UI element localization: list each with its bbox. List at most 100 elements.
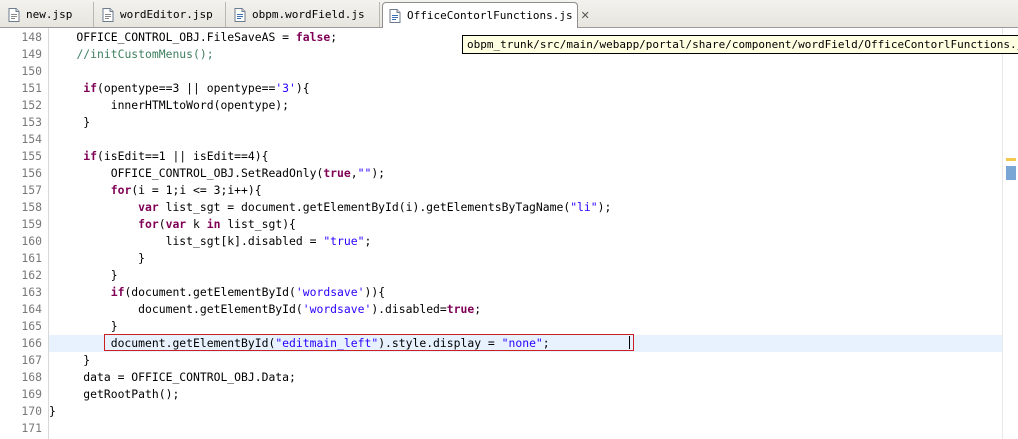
keyword-token: true [446, 302, 475, 316]
keyword-token: if [110, 285, 125, 299]
code-line[interactable] [49, 131, 1002, 148]
code-line[interactable]: getRootPath(); [49, 386, 1002, 403]
code-line[interactable]: } [49, 403, 1002, 420]
code-line[interactable] [49, 63, 1002, 80]
line-number: 157 [21, 183, 42, 197]
code-line[interactable]: if(document.getElementById('wordsave')){ [49, 284, 1002, 301]
tab-new-jsp[interactable]: new.jsp [2, 2, 94, 27]
code-line[interactable] [49, 420, 1002, 437]
string-token: "li" [570, 200, 598, 214]
tab-officecontorlfunctions-js[interactable]: OfficeContorlFunctions.js ✕ [382, 2, 590, 28]
code-line[interactable]: } [49, 267, 1002, 284]
code-line[interactable]: } [49, 352, 1002, 369]
code-line[interactable]: for(var k in list_sgt){ [49, 216, 1002, 233]
code-token: } [49, 319, 118, 333]
code-line[interactable]: innerHTMLtoWord(opentype); [49, 97, 1002, 114]
code-token: } [49, 251, 146, 265]
code-token: list_sgt){ [220, 217, 296, 231]
line-number: 159 [21, 217, 42, 231]
code-token: data = OFFICE_CONTROL_OBJ.Data; [49, 370, 296, 384]
line-number: 168 [21, 370, 42, 384]
line-number: 169 [21, 387, 42, 401]
code-token: OFFICE_CONTROL_OBJ.SetReadOnly( [49, 166, 324, 180]
code-token: ; [364, 234, 372, 248]
code-line[interactable]: if(isEdit==1 || isEdit==4){ [49, 148, 1002, 165]
code-line[interactable]: var list_sgt = document.getElementById(i… [49, 199, 1002, 216]
line-number: 154 [21, 132, 42, 146]
code-token: } [49, 268, 118, 282]
code-token: ).disabled= [371, 302, 447, 316]
tab-obpm-wordfield-js[interactable]: obpm.wordField.js [228, 2, 380, 27]
keyword-token: false [295, 30, 331, 44]
string-token: 'wordsave' [295, 285, 365, 299]
keyword-token: for [138, 217, 159, 231]
code-token: } [49, 353, 91, 367]
string-token: "" [357, 166, 372, 180]
code-line[interactable]: } [49, 318, 1002, 335]
code-token: innerHTMLtoWord(opentype); [49, 98, 290, 112]
string-token: '3' [275, 81, 296, 95]
string-token: "true" [323, 234, 365, 248]
code-area[interactable]: OFFICE_CONTROL_OBJ.FileSaveAS = false; /… [49, 28, 1002, 439]
file-path-tooltip: obpm_trunk/src/main/webapp/portal/share/… [462, 35, 1018, 54]
line-number: 164 [21, 302, 42, 316]
code-editor[interactable]: 148 149 150 151 152 153 154 155 156 157 158 159 160 1… [0, 28, 1018, 439]
code-line[interactable]: } [49, 114, 1002, 131]
line-number: 165 [21, 319, 42, 333]
keyword-token: true [323, 166, 351, 180]
close-tab-icon[interactable]: ✕ [581, 9, 590, 22]
line-number: 161 [21, 251, 42, 265]
overview-ruler[interactable] [1002, 28, 1018, 439]
line-number: 158 [21, 200, 42, 214]
code-token: ( [158, 217, 166, 231]
code-line[interactable]: if(opentype==3 || opentype=='3'){ [49, 80, 1002, 97]
code-line[interactable]: } [49, 250, 1002, 267]
tab-wordeditor-jsp[interactable]: wordEditor.jsp [96, 2, 226, 27]
code-token: ); [597, 200, 612, 214]
code-line[interactable]: OFFICE_CONTROL_OBJ.SetReadOnly(true,""); [49, 165, 1002, 182]
overview-annotation-mark[interactable] [1006, 166, 1016, 180]
overview-annotation-mark[interactable] [1006, 158, 1016, 161]
line-number: 151 [21, 81, 42, 95]
code-token: OFFICE_CONTROL_OBJ.FileSaveAS = [49, 30, 296, 44]
line-number: 149 [21, 47, 42, 61]
code-token: , [350, 166, 358, 180]
jsp-file-icon [8, 7, 20, 22]
code-line[interactable]: list_sgt[k].disabled = "true"; [49, 233, 1002, 250]
code-token: (opentype==3 || opentype== [97, 81, 276, 95]
tab-label: OfficeContorlFunctions.js [407, 9, 573, 22]
code-token: getRootPath(); [49, 387, 180, 401]
code-line[interactable]: document.getElementById('wordsave').disa… [49, 301, 1002, 318]
code-token: (document.getElementById( [124, 285, 296, 299]
line-number: 152 [21, 98, 42, 112]
line-number: 166 [21, 336, 42, 350]
string-token: 'wordsave' [302, 302, 372, 316]
js-file-icon [389, 8, 401, 23]
tab-label: new.jsp [26, 8, 73, 21]
line-number: 153 [21, 115, 42, 129]
code-token: ; [330, 30, 338, 44]
line-number-gutter: 148 149 150 151 152 153 154 155 156 157 158 159 160 1… [0, 28, 49, 439]
code-token: k [186, 217, 207, 231]
code-line[interactable]: for(i = 1;i <= 3;i++){ [49, 182, 1002, 199]
code-token: document.getElementById( [49, 302, 303, 316]
code-token: ; [474, 302, 482, 316]
line-number: 171 [21, 421, 42, 435]
text-caret [629, 336, 630, 349]
code-token: } [49, 404, 56, 418]
code-token: list_sgt[k].disabled = [49, 234, 324, 248]
highlight-box [104, 334, 634, 351]
comment-token: //initCustomMenus(); [76, 47, 214, 61]
code-token: list_sgt = document.getElementById(i).ge… [158, 200, 571, 214]
keyword-token: var [165, 217, 187, 231]
js-file-icon [234, 7, 246, 22]
keyword-token: if [83, 149, 98, 163]
code-line[interactable]: data = OFFICE_CONTROL_OBJ.Data; [49, 369, 1002, 386]
line-number: 170 [21, 404, 42, 418]
line-number: 150 [21, 64, 42, 78]
